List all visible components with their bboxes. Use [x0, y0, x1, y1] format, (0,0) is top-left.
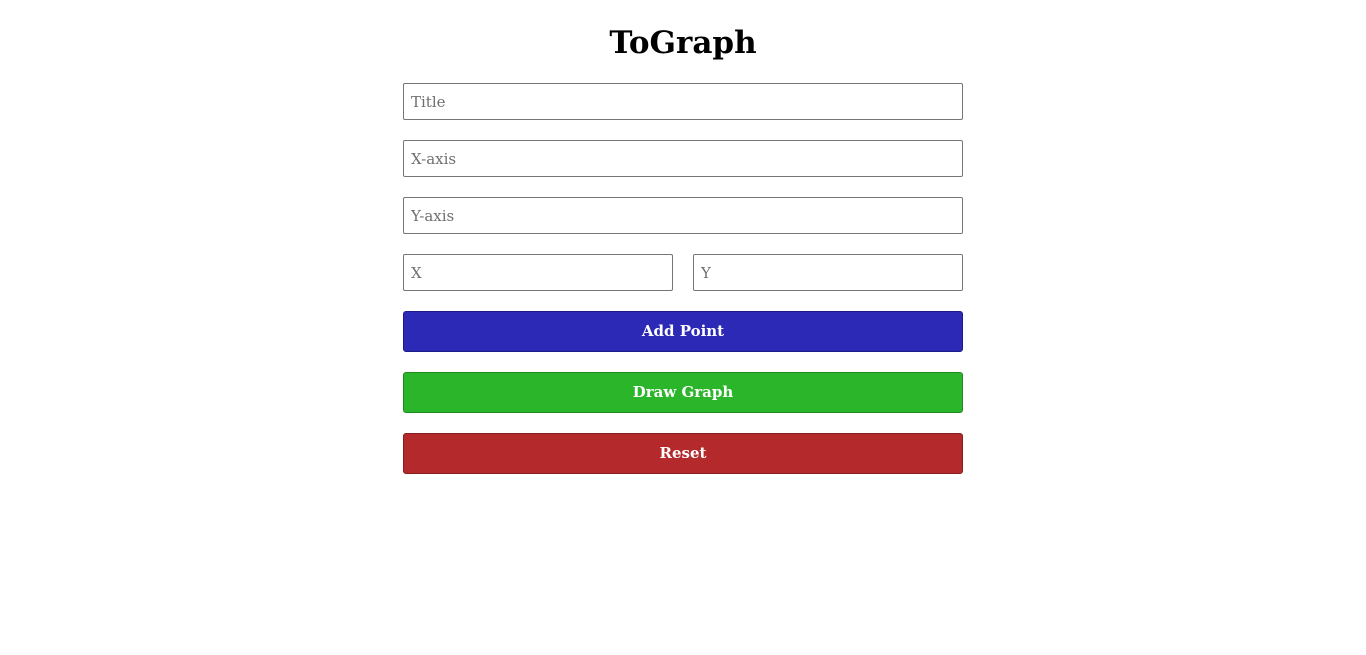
title-input[interactable] — [403, 83, 963, 120]
add-point-button[interactable]: Add Point — [403, 311, 963, 352]
point-input-row — [403, 254, 963, 291]
app-title: ToGraph — [609, 25, 757, 61]
x-value-input[interactable] — [403, 254, 673, 291]
draw-graph-button[interactable]: Draw Graph — [403, 372, 963, 413]
x-axis-input[interactable] — [403, 140, 963, 177]
y-axis-input[interactable] — [403, 197, 963, 234]
y-value-input[interactable] — [693, 254, 963, 291]
graph-form: Add Point Draw Graph Reset — [403, 83, 963, 494]
reset-button[interactable]: Reset — [403, 433, 963, 474]
